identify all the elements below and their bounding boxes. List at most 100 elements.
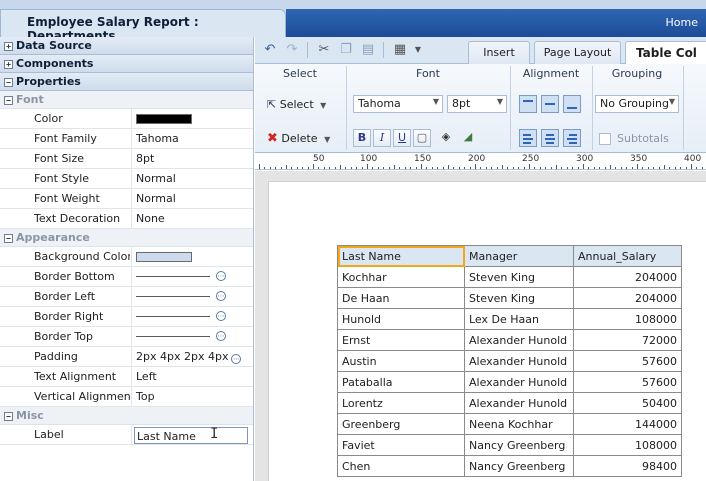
ruler-tick bbox=[329, 167, 330, 169]
column-header-last-name[interactable]: Last Name bbox=[337, 245, 465, 267]
table-row[interactable]: Ernst Alexander Hunold 72000 bbox=[337, 329, 682, 351]
table-row[interactable]: Lorentz Alexander Hunold 50400 bbox=[337, 392, 682, 414]
ruler-tick bbox=[437, 167, 438, 169]
prop-font-family[interactable]: Font Family Tahoma bbox=[0, 129, 253, 149]
background-swatch[interactable] bbox=[136, 252, 192, 262]
border-editor-icon[interactable]: ⋯ bbox=[216, 271, 226, 281]
ruler-tick bbox=[680, 167, 681, 169]
expand-icon[interactable]: + bbox=[4, 42, 13, 51]
column-header-annual-salary[interactable]: Annual_Salary bbox=[573, 245, 682, 267]
label-input[interactable] bbox=[134, 427, 248, 444]
prop-padding[interactable]: Padding 2px 4px 2px 4px ⋯ bbox=[0, 347, 253, 367]
collapse-icon[interactable]: − bbox=[4, 234, 13, 243]
group-appearance[interactable]: − Appearance bbox=[0, 229, 253, 247]
ruler-tick bbox=[529, 164, 530, 169]
ruler-tick bbox=[313, 164, 314, 169]
table-row[interactable]: De Haan Steven King 204000 bbox=[337, 287, 682, 309]
color-swatch[interactable] bbox=[136, 114, 192, 124]
prop-border-left[interactable]: Border Left ⋯ bbox=[0, 287, 253, 307]
undo-icon[interactable]: ↶ bbox=[261, 41, 279, 59]
section-data-source[interactable]: + Data Source bbox=[0, 37, 253, 55]
prop-vertical-alignment[interactable]: Vertical Alignment Top bbox=[0, 387, 253, 407]
ruler-label: 250 bbox=[522, 154, 540, 164]
ruler-tick bbox=[416, 167, 417, 169]
align-middle-icon[interactable] bbox=[541, 95, 559, 113]
chevron-down-icon: ▼ bbox=[668, 97, 675, 106]
home-link[interactable]: Home bbox=[666, 16, 698, 29]
cut-icon[interactable]: ✂ bbox=[315, 41, 333, 59]
title-bar-right: Home bbox=[286, 9, 706, 37]
padding-editor-icon[interactable]: ⋯ bbox=[231, 354, 242, 364]
ruler-tick bbox=[583, 164, 584, 169]
prop-text-alignment[interactable]: Text Alignment Left bbox=[0, 367, 253, 387]
table-row[interactable]: Chen Nancy Greenberg 98400 bbox=[337, 455, 682, 477]
data-table[interactable]: Last Name Manager Annual_Salary Kochhar S… bbox=[337, 245, 682, 477]
ribbon-tab-bar: ↶ ↷ ✂ ❐ ▤ ▦ ▼ Insert Page Layout Table C… bbox=[255, 37, 706, 65]
ruler-label: 100 bbox=[360, 154, 378, 164]
collapse-icon[interactable]: − bbox=[4, 412, 13, 421]
ruler-tick bbox=[588, 167, 589, 169]
prop-label[interactable]: Label I bbox=[0, 425, 253, 445]
redo-icon[interactable]: ↷ bbox=[283, 41, 301, 59]
align-center-icon[interactable] bbox=[541, 129, 559, 147]
align-bottom-icon[interactable] bbox=[563, 95, 581, 113]
border-editor-icon[interactable]: ⋯ bbox=[216, 311, 226, 321]
chevron-down-icon[interactable]: ▼ bbox=[409, 41, 427, 59]
layout-icon[interactable]: ▦ bbox=[391, 41, 409, 59]
section-components[interactable]: + Components bbox=[0, 55, 253, 73]
prop-font-style[interactable]: Font Style Normal bbox=[0, 169, 253, 189]
group-misc[interactable]: − Misc bbox=[0, 407, 253, 425]
grouping-select[interactable]: No Grouping ▼ bbox=[595, 95, 679, 113]
paste-icon[interactable]: ▤ bbox=[359, 41, 377, 59]
copy-icon[interactable]: ❐ bbox=[337, 41, 355, 59]
ruler-tick bbox=[702, 167, 703, 169]
collapse-icon[interactable]: − bbox=[4, 96, 13, 105]
expand-icon[interactable]: + bbox=[4, 60, 13, 69]
ruler-label: 300 bbox=[576, 154, 594, 164]
collapse-icon[interactable]: − bbox=[4, 78, 13, 87]
chevron-down-icon: ▼ bbox=[320, 101, 327, 110]
prop-color[interactable]: Color bbox=[0, 109, 253, 129]
prop-border-right[interactable]: Border Right ⋯ bbox=[0, 307, 253, 327]
chevron-down-icon: ▼ bbox=[496, 97, 503, 106]
border-editor-icon[interactable]: ⋯ bbox=[216, 291, 226, 301]
align-top-icon[interactable] bbox=[519, 95, 537, 113]
select-button[interactable]: ⇱ Select ▼ bbox=[267, 98, 326, 111]
italic-button[interactable]: I bbox=[373, 129, 391, 147]
column-header-manager[interactable]: Manager bbox=[464, 245, 574, 267]
table-row[interactable]: Greenberg Neena Kochhar 144000 bbox=[337, 413, 682, 435]
table-row[interactable]: Pataballa Alexander Hunold 57600 bbox=[337, 371, 682, 393]
prop-border-top[interactable]: Border Top ⋯ bbox=[0, 327, 253, 347]
table-row[interactable]: Austin Alexander Hunold 57600 bbox=[337, 350, 682, 372]
table-row[interactable]: Hunold Lex De Haan 108000 bbox=[337, 308, 682, 330]
table-row[interactable]: Faviet Nancy Greenberg 108000 bbox=[337, 434, 682, 456]
group-font[interactable]: − Font bbox=[0, 91, 253, 109]
section-properties[interactable]: − Properties bbox=[0, 73, 253, 91]
prop-text-decoration[interactable]: Text Decoration None bbox=[0, 209, 253, 229]
align-right-icon[interactable] bbox=[563, 129, 581, 147]
table-row[interactable]: Kochhar Steven King 204000 bbox=[337, 266, 682, 288]
ruler-tick bbox=[372, 167, 373, 169]
font-size-select[interactable]: 8pt ▼ bbox=[447, 95, 507, 113]
tab-table-column[interactable]: Table Col bbox=[625, 41, 706, 65]
border-editor-icon[interactable]: ⋯ bbox=[216, 331, 226, 341]
border-icon[interactable]: ▢ bbox=[413, 129, 431, 147]
subtotals-checkbox[interactable] bbox=[599, 133, 611, 145]
ruler-tick bbox=[367, 164, 368, 169]
align-left-icon[interactable] bbox=[519, 129, 537, 147]
report-title-tab[interactable]: Employee Salary Report : Departments bbox=[0, 9, 286, 43]
prop-background-color[interactable]: Background Color bbox=[0, 247, 253, 267]
font-color-icon[interactable]: ◢ bbox=[459, 129, 477, 147]
underline-button[interactable]: U bbox=[393, 129, 411, 147]
report-page[interactable]: Last Name Manager Annual_Salary Kochhar S… bbox=[268, 181, 706, 481]
prop-border-bottom[interactable]: Border Bottom ⋯ bbox=[0, 267, 253, 287]
tab-page-layout[interactable]: Page Layout bbox=[534, 41, 621, 64]
bold-button[interactable]: B bbox=[353, 129, 371, 147]
font-family-select[interactable]: Tahoma ▼ bbox=[353, 95, 443, 113]
prop-font-size[interactable]: Font Size 8pt bbox=[0, 149, 253, 169]
tab-insert[interactable]: Insert bbox=[468, 41, 530, 64]
fill-color-icon[interactable]: ◈ bbox=[437, 129, 455, 147]
ruler-tick bbox=[351, 167, 352, 169]
prop-font-weight[interactable]: Font Weight Normal bbox=[0, 189, 253, 209]
delete-button[interactable]: ✖ Delete ▼ bbox=[267, 131, 330, 146]
